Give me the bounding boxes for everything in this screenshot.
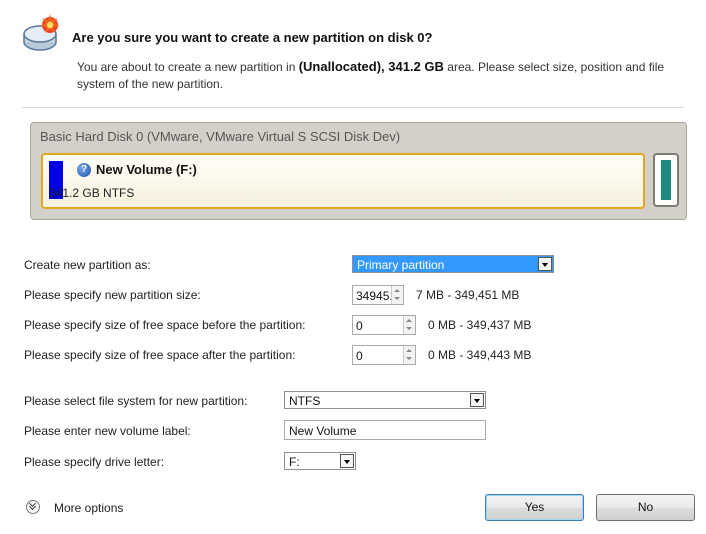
header-separator <box>22 107 684 108</box>
space-before-spinner[interactable]: 0 <box>352 315 416 335</box>
dialog-description: You are about to create a new partition … <box>77 59 665 91</box>
drive-letter-label: Please specify drive letter: <box>24 455 165 469</box>
size-label: Please specify new partition size: <box>24 288 201 302</box>
file-system-select[interactable]: NTFS <box>284 391 486 409</box>
help-icon[interactable]: ? <box>77 163 91 177</box>
space-after-label: Please specify size of free space after … <box>24 348 296 362</box>
file-system-label: Please select file system for new partit… <box>24 394 248 408</box>
volume-label-input[interactable]: New Volume <box>284 420 486 440</box>
no-button[interactable]: No <box>596 494 695 521</box>
expand-chevron-icon[interactable] <box>26 500 40 514</box>
unallocated-area-text: (Unallocated), 341.2 GB <box>298 59 444 74</box>
space-after-spinner[interactable]: 0 <box>352 345 416 365</box>
size-range: 7 MB - 349,451 MB <box>416 288 520 302</box>
disk-map: Basic Hard Disk 0 (VMware, VMware Virtua… <box>30 122 687 220</box>
volume-label-label: Please enter new volume label: <box>24 424 191 438</box>
partition-new-volume[interactable]: ? New Volume (F:) 341.2 GB NTFS <box>41 153 645 209</box>
partition-name: New Volume (F:) <box>96 162 197 177</box>
space-before-label: Please specify size of free space before… <box>24 318 306 332</box>
yes-button[interactable]: Yes <box>485 494 584 521</box>
chevron-down-icon[interactable] <box>538 257 552 271</box>
partition-info: 341.2 GB NTFS <box>49 186 135 200</box>
chevron-down-icon[interactable] <box>340 454 354 468</box>
disk-new-partition-icon <box>20 12 64 56</box>
more-options-link[interactable]: More options <box>54 501 123 515</box>
unallocated-color-swatch <box>661 160 671 200</box>
spin-buttons[interactable] <box>403 346 415 364</box>
space-after-range: 0 MB - 349,443 MB <box>428 348 532 362</box>
chevron-down-icon[interactable] <box>470 393 484 407</box>
partition-unallocated[interactable] <box>653 153 679 207</box>
create-as-label: Create new partition as: <box>24 258 151 272</box>
disk-title: Basic Hard Disk 0 (VMware, VMware Virtua… <box>40 129 401 144</box>
spin-buttons[interactable] <box>391 286 403 304</box>
drive-letter-select[interactable]: F: <box>284 452 356 470</box>
partition-size-spinner[interactable]: 349451 <box>352 285 404 305</box>
partition-type-select[interactable]: Primary partition <box>352 255 554 273</box>
spin-buttons[interactable] <box>403 316 415 334</box>
space-before-range: 0 MB - 349,437 MB <box>428 318 532 332</box>
dialog-title: Are you sure you want to create a new pa… <box>72 30 433 45</box>
